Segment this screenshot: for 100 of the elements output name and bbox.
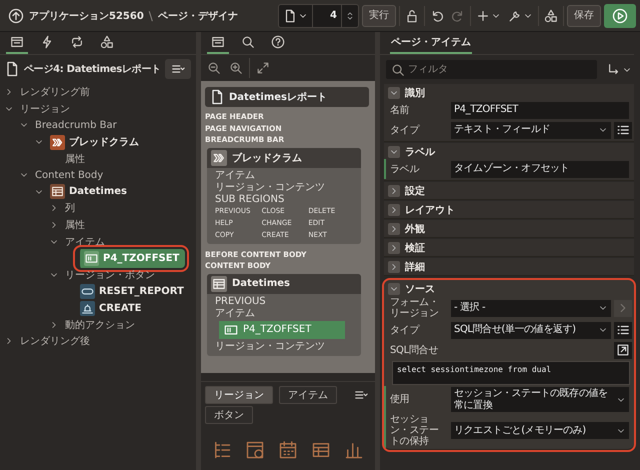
tree-item[interactable]: リージョン	[17, 100, 73, 117]
expand-icon	[256, 61, 270, 75]
select-field[interactable]: SQL問合せ(単一の値を返す)	[451, 322, 611, 338]
up-down-icon	[345, 10, 355, 20]
tree-item[interactable]: 動的アクション	[62, 316, 138, 333]
wrench-icon	[508, 8, 522, 22]
layout-icon	[10, 35, 24, 49]
text-field-icon	[84, 250, 99, 266]
position-label: アイテム	[215, 170, 256, 182]
zoom-in-icon	[229, 61, 243, 75]
property-label: タイプ	[390, 324, 421, 336]
select-field[interactable]: テキスト・フィールド	[451, 122, 611, 138]
select-field[interactable]: リクエストごと(メモリーのみ)	[451, 422, 629, 439]
tree-item[interactable]: RESET_REPORT	[77, 282, 187, 300]
tree-item[interactable]: レンダリング後	[17, 333, 93, 350]
save-button[interactable]: 保存	[567, 4, 601, 26]
list-button[interactable]	[614, 322, 632, 338]
tree-item[interactable]: Content Body	[32, 168, 106, 182]
table-icon	[212, 276, 226, 290]
tree-item[interactable]: ブレッドクラム	[47, 134, 142, 151]
property-label: 名前	[390, 104, 410, 116]
property-label: ラベル	[390, 164, 420, 174]
tree-item[interactable]: Datetimes	[47, 183, 130, 200]
run-page-button[interactable]	[604, 4, 636, 28]
property-label: フォーム・リージョン	[390, 297, 440, 319]
shapes-icon	[100, 35, 114, 49]
position-label: アイテム	[215, 308, 256, 320]
gallery-tab[interactable]: リージョン	[205, 386, 273, 404]
property-label: SQL問合せ	[390, 344, 439, 356]
plus-icon	[476, 8, 490, 22]
bell-icon	[80, 300, 95, 316]
tree-menu-button[interactable]	[164, 59, 191, 79]
position-label: リージョン・コンテンツ	[215, 182, 326, 194]
calendar-icon[interactable]	[278, 440, 298, 460]
property-label: タイプ	[390, 124, 421, 136]
group-title: ソース	[405, 282, 435, 296]
group-title: 検証	[405, 242, 425, 254]
search-icon	[241, 35, 255, 49]
toggle-button[interactable]	[388, 86, 400, 98]
select-field[interactable]: - 選択 -	[451, 300, 611, 316]
list-icon	[616, 123, 630, 137]
toggle-button[interactable]	[388, 260, 400, 272]
toggle-button[interactable]	[388, 146, 400, 158]
region-title: ブレッドクラム	[232, 152, 302, 164]
popout-button[interactable]	[614, 342, 632, 358]
position-label: SUB REGIONS	[215, 194, 286, 206]
button-icon	[80, 284, 95, 299]
list-button[interactable]	[614, 122, 632, 138]
page-item-card[interactable]: P4_TZOFFSET	[219, 320, 345, 338]
lock-icon	[405, 8, 419, 22]
text-field[interactable]: P4_TZOFFSET	[451, 102, 629, 118]
loop-arrows-icon	[70, 35, 84, 49]
popout-icon	[616, 343, 630, 357]
gallery-tab[interactable]: アイテム	[279, 386, 337, 404]
tree-item[interactable]: 列	[62, 200, 78, 216]
property-label: 使用	[390, 394, 410, 405]
group-title: 詳細	[405, 260, 425, 274]
tree-item[interactable]: リージョン・ボタン	[62, 266, 158, 283]
page-title: ページ・デザイナ	[158, 10, 238, 22]
run-button[interactable]: 実行	[362, 4, 396, 26]
table-icon[interactable]	[311, 440, 332, 460]
region-card[interactable]: Datetimes PREVIOUS アイテム P4_TZOFFSET リージョン・コンテンツ	[207, 274, 361, 356]
toggle-button[interactable]	[388, 204, 400, 216]
arrow-icon	[607, 62, 621, 76]
toggle-button[interactable]	[388, 222, 400, 234]
tree-item[interactable]: CREATE	[77, 300, 144, 317]
code-editor[interactable]: select sessiontimezone from dual	[392, 361, 630, 385]
layout-icon	[211, 35, 225, 49]
group-title: レイアウト	[405, 204, 455, 216]
filter-field[interactable]: フィルタ	[386, 60, 597, 79]
position-label: PREVIOUS	[215, 296, 267, 308]
search-icon	[391, 62, 405, 76]
select-field[interactable]: セッション・ステートの既存の値を常に置換	[451, 387, 629, 412]
page-name: ページ4: Datetimesレポート	[24, 63, 161, 76]
toggle-button[interactable]	[388, 242, 400, 254]
region-icon[interactable]	[244, 440, 265, 460]
redo-icon	[451, 8, 465, 22]
page-name: Datetimesレポート	[229, 91, 327, 104]
gallery-tab[interactable]: ボタン	[205, 406, 253, 424]
shapes-icon	[544, 8, 558, 22]
list-icon	[616, 323, 630, 337]
undo-icon	[430, 8, 444, 22]
text-field[interactable]: タイムゾーン・オフセット	[451, 160, 629, 178]
lightning-icon	[40, 35, 54, 49]
toggle-button[interactable]	[388, 282, 400, 294]
toggle-button[interactable]	[388, 184, 400, 196]
document-icon	[283, 8, 297, 22]
tree-item[interactable]: Breadcrumb Bar	[32, 118, 120, 132]
text-field-icon	[224, 322, 238, 336]
group-title: 識別	[405, 86, 425, 100]
group-title: 設定	[405, 184, 425, 198]
property-tab[interactable]: ページ・アイテム	[390, 32, 472, 54]
tree-item[interactable]: レンダリング前	[17, 84, 93, 100]
tree-item[interactable]: 属性	[62, 217, 88, 234]
app-link[interactable]: アプリケーション52560	[29, 8, 144, 22]
position-label: リージョン・コンテンツ	[215, 340, 326, 352]
tree-item[interactable]: 属性	[62, 150, 88, 167]
region-title: Datetimes	[232, 278, 290, 289]
bar-chart-icon[interactable]	[344, 440, 364, 460]
chevrons-icon	[50, 134, 65, 150]
